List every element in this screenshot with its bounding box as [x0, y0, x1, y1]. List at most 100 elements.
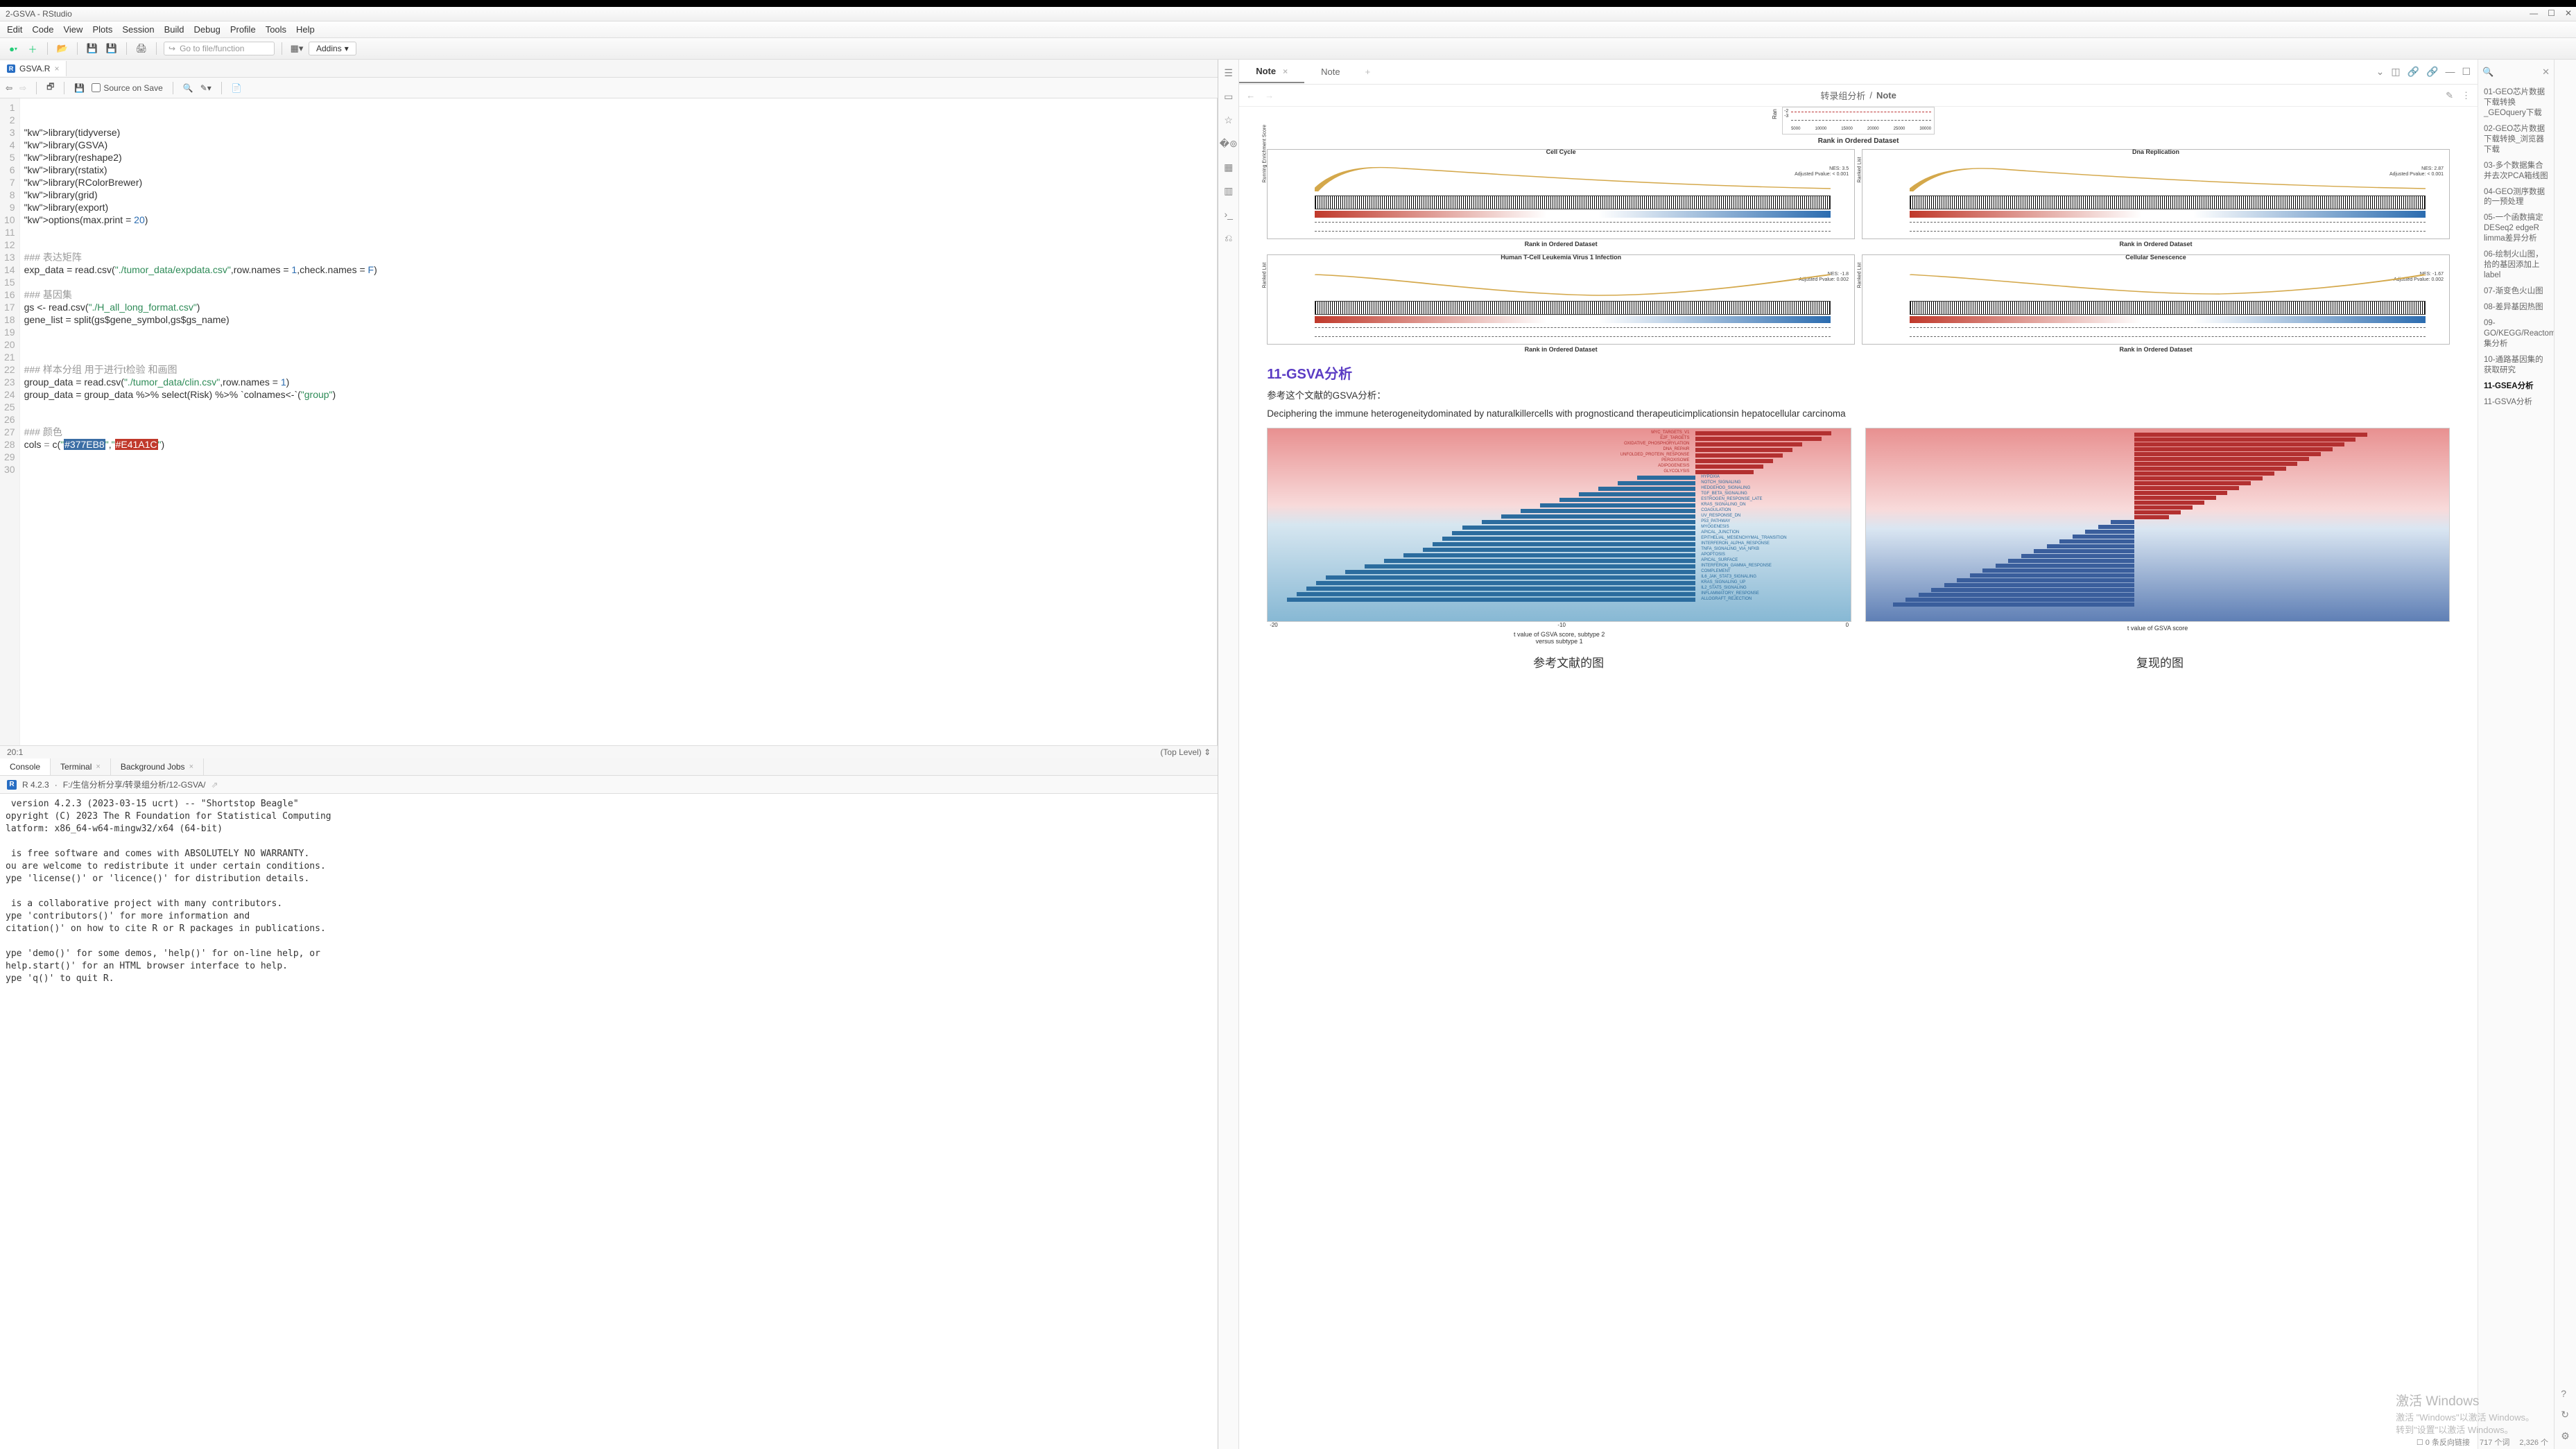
menu-edit[interactable]: Edit [7, 24, 22, 35]
graph-icon[interactable]: �⊚ [1222, 137, 1235, 150]
source-on-save-label: Source on Save [103, 83, 162, 93]
addins-dropdown[interactable]: Addins ▾ [309, 42, 356, 55]
menu-view[interactable]: View [63, 24, 83, 35]
char-count[interactable]: 2,326 个 [2519, 1437, 2548, 1448]
tab-background-jobs[interactable]: Background Jobs× [111, 758, 204, 775]
working-dir[interactable]: F:/生信分析分享/转录组分析/12-GSVA/ [63, 779, 206, 790]
outline-item[interactable]: 11-GSEA分析 [2482, 379, 2550, 394]
open-file-icon[interactable]: 📂 [55, 41, 70, 56]
source-on-save-input[interactable] [92, 83, 101, 92]
outline-item[interactable]: 05-一个函数搞定DESeq2 edgeR limma差异分析 [2482, 210, 2550, 247]
nav-fwd-icon[interactable]: → [1265, 90, 1274, 101]
source-on-save-checkbox[interactable]: Source on Save [92, 83, 162, 93]
scope-indicator[interactable]: (Top Level) ⇕ [1160, 747, 1211, 757]
close-icon[interactable]: × [1283, 67, 1288, 76]
close-icon[interactable]: × [189, 763, 193, 771]
nav-back-icon[interactable]: ← [1246, 90, 1255, 101]
tab-terminal[interactable]: Terminal× [51, 758, 111, 775]
maximize-icon[interactable]: ☐ [2548, 8, 2555, 18]
outline-item[interactable]: 10-通路基因集的获取研究 [2482, 352, 2550, 379]
new-tab-icon[interactable]: + [1357, 67, 1379, 77]
note-body[interactable]: Ran -2-3 50001000015000200002500030000 R… [1239, 107, 2478, 1449]
close-tab-icon[interactable]: × [54, 64, 59, 73]
forward-icon[interactable]: ⇨ [19, 83, 26, 93]
outline-item[interactable]: 02-GEO芯片数据下载转换_浏览器下载 [2482, 121, 2550, 158]
help-icon[interactable]: ? [2561, 1388, 2570, 1399]
edit-mode-icon[interactable]: ✎ [2446, 90, 2453, 101]
gsea-plot-cellcycle: Cell Cycle NES: 3.5Adjusted Pvalue: < 0.… [1267, 149, 1855, 239]
main-toolbar: ●▾ ＋ 📂 💾 💾 🖨 ↪ Go to file/function ▦▾ Ad… [0, 38, 2576, 60]
menu-profile[interactable]: Profile [230, 24, 256, 35]
code-editor[interactable]: 1234567891011121314151617181920212223242… [0, 98, 1218, 745]
more-icon[interactable]: ⋮ [2462, 90, 2471, 101]
tab-dropdown-icon[interactable]: ⌄ [2376, 66, 2385, 78]
menu-build[interactable]: Build [164, 24, 184, 35]
report-icon[interactable]: 📄 [232, 83, 242, 93]
command-icon[interactable]: ›_ [1222, 208, 1235, 220]
close-icon[interactable]: × [96, 763, 100, 771]
note-tab-1[interactable]: Note × [1239, 60, 1304, 83]
gsea-grid: Cell Cycle NES: 3.5Adjusted Pvalue: < 0.… [1267, 149, 2450, 353]
templates-icon[interactable]: ⎌ [1222, 232, 1235, 244]
new-project-icon[interactable]: ＋ [25, 41, 40, 56]
settings-icon[interactable]: ⚙ [2561, 1430, 2570, 1442]
tab-console[interactable]: Console [0, 758, 51, 775]
split-icon[interactable]: ◫ [2391, 66, 2400, 78]
outline-item[interactable]: 09-GO/KEGG/Reactome集分析 [2482, 315, 2550, 352]
outline-item[interactable]: 01-GEO芯片数据下载转换_GEOquery下载 [2482, 85, 2550, 121]
note-statusbar: ☐ 0 条反向链接 717 个词 2,326 个 [2417, 1437, 2548, 1448]
word-count[interactable]: 717 个词 [2480, 1437, 2509, 1448]
max-icon[interactable]: ☐ [2462, 66, 2471, 78]
save-file-icon[interactable]: 💾 [74, 83, 85, 93]
note-tab-2[interactable]: Note [1304, 61, 1356, 83]
breadcrumb-parent[interactable]: 转录组分析 [1820, 89, 1865, 102]
outline-item[interactable]: 04-GEO测序数据的一预处理 [2482, 184, 2550, 211]
menu-help[interactable]: Help [296, 24, 315, 35]
backlinks-count[interactable]: ☐ 0 条反向链接 [2417, 1437, 2470, 1448]
grid-icon[interactable]: ▦▾ [289, 41, 304, 56]
outline-item[interactable]: 06-绘制火山图，拾的基因添加上label [2482, 247, 2550, 284]
sidebar-toggle-icon[interactable]: ☰ [1222, 67, 1235, 79]
menu-session[interactable]: Session [122, 24, 154, 35]
file-tab-gsva[interactable]: R GSVA.R × [0, 61, 67, 76]
outline-item[interactable]: 07-渐变色火山图 [2482, 284, 2550, 300]
menu-tools[interactable]: Tools [266, 24, 286, 35]
gsea-plot-senescence: Cellular Senescence NES: -1.67Adjusted P… [1862, 254, 2450, 345]
rank-label: Rank in Ordered Dataset [1818, 137, 1899, 145]
link2-icon[interactable]: 🔗 [2426, 66, 2438, 78]
menu-debug[interactable]: Debug [194, 24, 221, 35]
print-icon[interactable]: 🖨 [134, 41, 149, 56]
wd-popup-icon[interactable]: ⇗ [211, 780, 218, 790]
save-all-icon[interactable]: 💾 [104, 41, 119, 56]
editor-code-area[interactable]: "kw">library(tidyverse)"kw">library(GSVA… [20, 98, 1218, 745]
search-side-icon[interactable]: ☆ [1222, 114, 1235, 126]
outline-close-icon[interactable]: ✕ [2542, 67, 2550, 78]
outline-item[interactable]: 03-多个数据集合并去次PCA箱线图 [2482, 158, 2550, 184]
menu-plots[interactable]: Plots [92, 24, 112, 35]
console-output[interactable]: version 4.2.3 (2023-03-15 ucrt) -- "Shor… [0, 794, 1218, 1449]
outline-panel: 🔍 ✕ 01-GEO芯片数据下载转换_GEOquery下载02-GEO芯片数据下… [2478, 60, 2554, 1449]
new-file-icon[interactable]: ●▾ [6, 41, 21, 56]
toolbar-sep [47, 42, 48, 55]
save-icon[interactable]: 💾 [85, 41, 100, 56]
back-icon[interactable]: ⇦ [6, 83, 12, 93]
show-in-new-icon[interactable]: 🗗 [46, 80, 54, 95]
close-window-icon[interactable]: ✕ [2565, 8, 2572, 18]
find-icon[interactable]: 🔍 [183, 83, 193, 93]
outline-item[interactable]: 11-GSVA分析 [2482, 394, 2550, 410]
files-icon[interactable]: ▭ [1222, 90, 1235, 103]
menu-code[interactable]: Code [32, 24, 53, 35]
wand-icon[interactable]: ✎▾ [200, 83, 211, 93]
goto-placeholder: Go to file/function [180, 44, 244, 53]
goto-file-input[interactable]: ↪ Go to file/function [164, 42, 275, 55]
sync-icon[interactable]: ↻ [2561, 1409, 2570, 1421]
breadcrumb-current[interactable]: Note [1876, 90, 1896, 101]
canvas-icon[interactable]: ▦ [1222, 161, 1235, 173]
min-icon[interactable]: — [2445, 66, 2455, 78]
minimize-icon[interactable]: — [2530, 8, 2538, 18]
outline-search-icon[interactable]: 🔍 [2482, 67, 2493, 78]
daily-icon[interactable]: ▥ [1222, 184, 1235, 197]
outline-item[interactable]: 08-差异基因热图 [2482, 300, 2550, 315]
console-tabs: Console Terminal× Background Jobs× [0, 758, 1218, 776]
link-icon[interactable]: 🔗 [2408, 66, 2419, 78]
